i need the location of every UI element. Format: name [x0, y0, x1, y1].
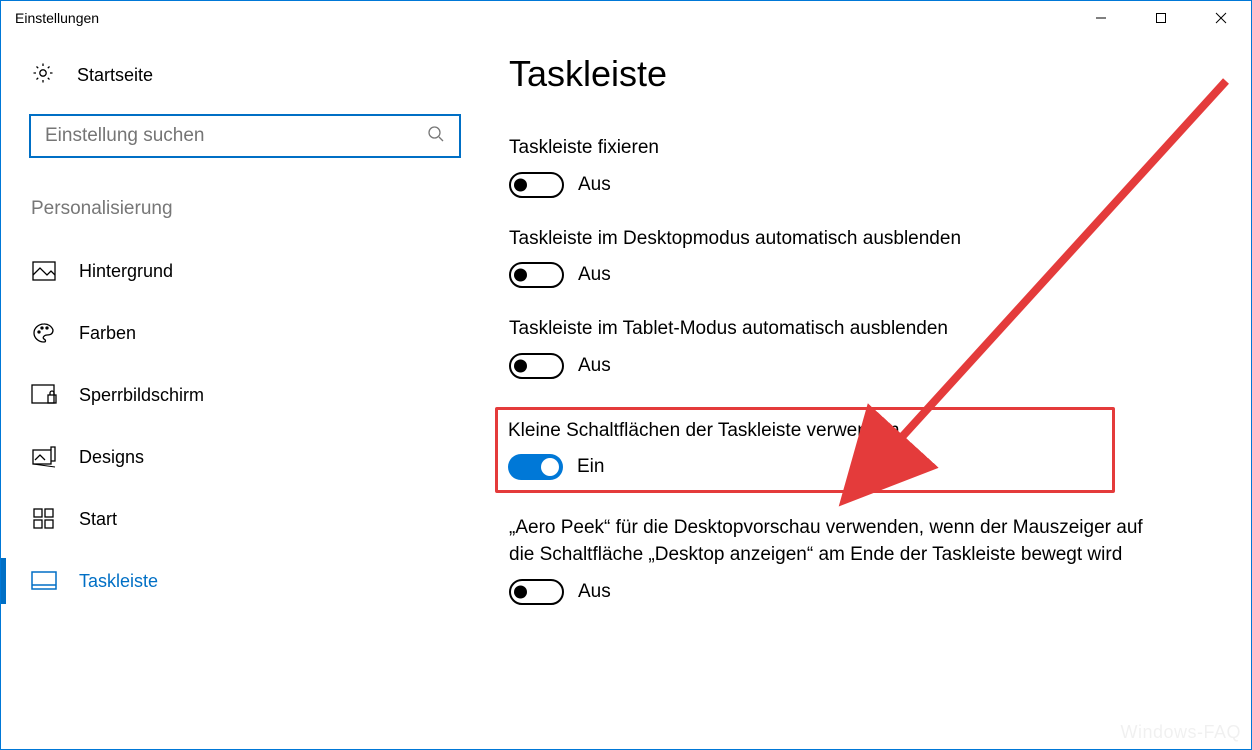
- toggle-state-label: Aus: [578, 581, 611, 603]
- toggle-state-label: Aus: [578, 264, 611, 286]
- sidebar-item-label: Taskleiste: [79, 571, 158, 592]
- window-title: Einstellungen: [15, 10, 99, 26]
- main-content: Taskleiste Taskleiste fixieren Aus Taskl…: [471, 35, 1251, 749]
- page-title: Taskleiste: [509, 53, 1171, 95]
- sidebar: Startseite Personalisierung Hintergrund …: [1, 35, 471, 749]
- start-icon: [31, 506, 57, 532]
- sidebar-item-designs[interactable]: Designs: [29, 426, 443, 488]
- sidebar-item-label: Start: [79, 509, 117, 530]
- toggle-switch[interactable]: [508, 454, 563, 480]
- titlebar: Einstellungen: [1, 1, 1251, 35]
- gear-icon: [31, 61, 55, 90]
- setting-label: „Aero Peek“ für die Desktopvorschau verw…: [509, 515, 1149, 568]
- setting-label: Taskleiste im Tablet-Modus automatisch a…: [509, 316, 1149, 343]
- palette-icon: [31, 320, 57, 346]
- setting-aero-peek: „Aero Peek“ für die Desktopvorschau verw…: [509, 515, 1171, 604]
- sidebar-item-label: Farben: [79, 323, 136, 344]
- sidebar-home-label: Startseite: [77, 65, 153, 86]
- sidebar-item-start[interactable]: Start: [29, 488, 443, 550]
- toggle-state-label: Aus: [578, 355, 611, 377]
- picture-icon: [31, 258, 57, 284]
- toggle-switch[interactable]: [509, 579, 564, 605]
- setting-taskleiste-fixieren: Taskleiste fixieren Aus: [509, 135, 1171, 198]
- search-box[interactable]: [29, 114, 461, 158]
- setting-label: Taskleiste fixieren: [509, 135, 1149, 162]
- setting-tabletmodus-ausblenden: Taskleiste im Tablet-Modus automatisch a…: [509, 316, 1171, 379]
- sidebar-item-hintergrund[interactable]: Hintergrund: [29, 240, 443, 302]
- toggle-switch[interactable]: [509, 353, 564, 379]
- sidebar-item-taskleiste[interactable]: Taskleiste: [29, 550, 443, 612]
- toggle-switch[interactable]: [509, 262, 564, 288]
- setting-desktopmodus-ausblenden: Taskleiste im Desktopmodus automatisch a…: [509, 226, 1171, 289]
- search-input[interactable]: [45, 125, 427, 147]
- sidebar-nav: Hintergrund Farben Sperrbildschirm Desig…: [29, 240, 443, 612]
- taskbar-icon: [31, 568, 57, 594]
- sidebar-item-label: Hintergrund: [79, 261, 173, 282]
- search-icon: [427, 125, 445, 148]
- sidebar-item-farben[interactable]: Farben: [29, 302, 443, 364]
- sidebar-item-label: Designs: [79, 447, 144, 468]
- setting-label: Kleine Schaltflächen der Taskleiste verw…: [508, 418, 1102, 445]
- setting-kleine-schaltflaechen: Kleine Schaltflächen der Taskleiste verw…: [508, 418, 1102, 481]
- titlebar-controls: [1071, 1, 1251, 35]
- sidebar-home[interactable]: Startseite: [29, 53, 443, 114]
- sidebar-item-sperrbildschirm[interactable]: Sperrbildschirm: [29, 364, 443, 426]
- watermark: Windows-FAQ: [1120, 722, 1241, 743]
- annotation-highlight: Kleine Schaltflächen der Taskleiste verw…: [495, 407, 1115, 494]
- close-button[interactable]: [1191, 1, 1251, 35]
- designs-icon: [31, 444, 57, 470]
- lockscreen-icon: [31, 382, 57, 408]
- sidebar-item-label: Sperrbildschirm: [79, 385, 204, 406]
- minimize-button[interactable]: [1071, 1, 1131, 35]
- toggle-switch[interactable]: [509, 172, 564, 198]
- maximize-button[interactable]: [1131, 1, 1191, 35]
- sidebar-section-label: Personalisierung: [29, 198, 443, 220]
- toggle-state-label: Aus: [578, 174, 611, 196]
- setting-label: Taskleiste im Desktopmodus automatisch a…: [509, 226, 1149, 253]
- toggle-state-label: Ein: [577, 456, 604, 478]
